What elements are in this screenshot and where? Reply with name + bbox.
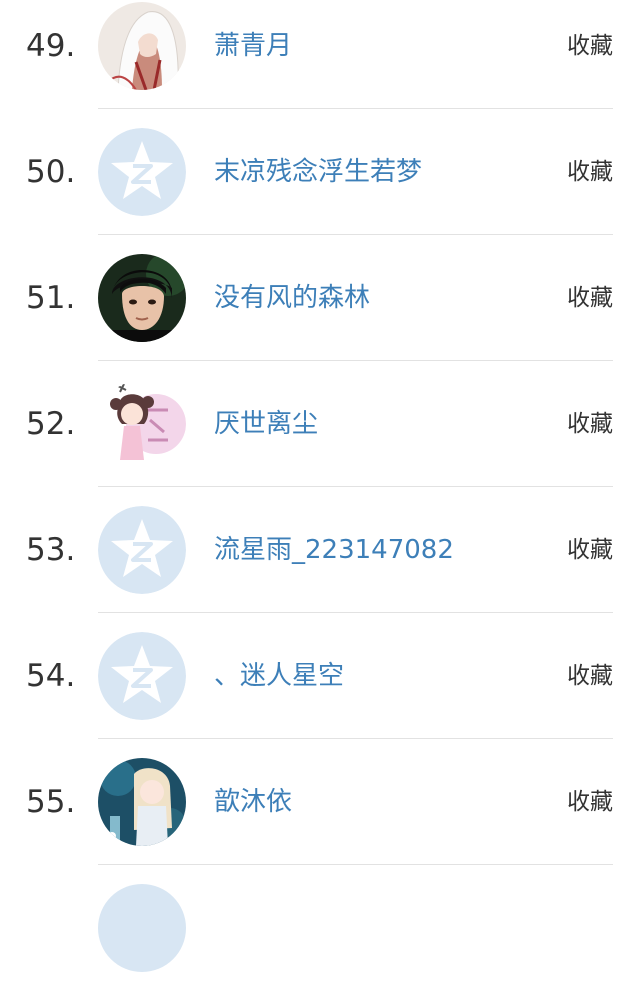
rank-number: 55. [26,784,76,820]
user-name-link[interactable]: 末凉残念浮生若梦 [214,109,422,235]
user-name-link[interactable]: 流星雨_223147082 [214,487,454,613]
user-name-link[interactable]: 厌世离尘 [214,361,318,487]
favorite-button[interactable]: 收藏 [567,739,613,865]
rank-number: 51. [26,280,76,316]
default-avatar-star-icon[interactable] [98,632,186,720]
favorite-button[interactable]: 收藏 [567,361,613,487]
default-avatar-star-icon[interactable] [98,884,186,972]
list-item: 51. 没有风的森林 收藏 [0,235,640,361]
list-item: 50. 末凉残念浮生若梦 收藏 [0,109,640,235]
favorite-button[interactable]: 收藏 [567,0,613,109]
avatar[interactable] [98,2,186,90]
list-item [0,865,640,991]
avatar[interactable] [98,758,186,846]
user-name-link[interactable]: 没有风的森林 [214,235,370,361]
list-item: 49. 萧青月 收藏 [0,0,640,109]
list-item: 55. 歆沐依 收藏 [0,739,640,865]
user-name-link[interactable]: 、迷人星空 [214,613,344,739]
favorite-button[interactable]: 收藏 [567,109,613,235]
default-avatar-star-icon[interactable] [98,506,186,594]
avatar[interactable] [98,254,186,342]
user-name-link[interactable]: 歆沐依 [214,739,292,865]
avatar[interactable] [98,380,186,468]
rank-number: 53. [26,532,76,568]
rank-number: 54. [26,658,76,694]
rank-number: 52. [26,406,76,442]
list-item: 54. 、迷人星空 收藏 [0,613,640,739]
rank-number: 49. [26,28,76,64]
list-item: 52. 厌世离尘 收藏 [0,361,640,487]
ranking-list: 49. 萧青月 收藏 50. 末凉残念浮生若梦 收藏 51. 没有风的森林 收藏… [0,0,640,991]
favorite-button[interactable]: 收藏 [567,487,613,613]
list-item: 53. 流星雨_223147082 收藏 [0,487,640,613]
user-name-link[interactable]: 萧青月 [214,0,292,109]
favorite-button[interactable]: 收藏 [567,613,613,739]
default-avatar-star-icon[interactable] [98,128,186,216]
rank-number: 50. [26,154,76,190]
favorite-button[interactable]: 收藏 [567,235,613,361]
